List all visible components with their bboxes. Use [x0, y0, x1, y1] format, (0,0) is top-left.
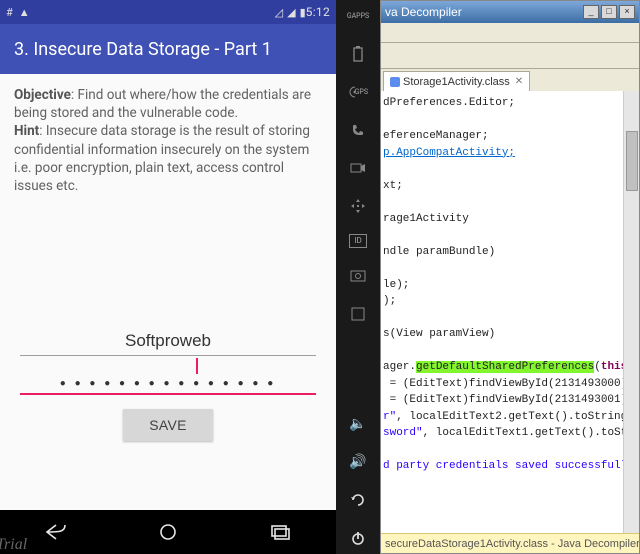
- root-icon: #: [6, 6, 13, 19]
- move-sidebar-icon[interactable]: [348, 196, 368, 216]
- menu-bar[interactable]: [381, 23, 639, 43]
- hint-label: Hint: [14, 123, 39, 139]
- decompiler-window: va Decompiler _ □ × Storage1Activity.cla…: [380, 0, 640, 554]
- screenshot-sidebar-icon[interactable]: [348, 266, 368, 286]
- close-tab-icon[interactable]: ✕: [515, 76, 523, 87]
- scrollbar-thumb[interactable]: [626, 131, 638, 191]
- wifi-icon: ◿: [275, 6, 283, 19]
- phone-screen: # ▲ ◿ ◢ ▮ 5:12 3. Insecure Data Storage …: [0, 0, 336, 554]
- tool-bar[interactable]: [381, 43, 639, 69]
- add-sidebar-icon[interactable]: [348, 304, 368, 324]
- hint-text: : Insecure data storage is the result of…: [14, 123, 310, 194]
- password-field[interactable]: [20, 372, 316, 395]
- id-sidebar-icon[interactable]: ID: [349, 234, 367, 248]
- page-title: 3. Insecure Data Storage - Part 1: [14, 39, 272, 60]
- gapps-icon[interactable]: GAPPS: [348, 6, 368, 26]
- home-button[interactable]: [138, 517, 198, 547]
- objective-label: Objective: [14, 87, 71, 103]
- recents-button[interactable]: [250, 517, 310, 547]
- vertical-scrollbar[interactable]: [623, 91, 639, 533]
- trial-watermark: Trial: [0, 536, 27, 554]
- code-editor[interactable]: dPreferences.Editor; eferenceManager; p.…: [381, 91, 639, 533]
- emulator-sidebar: GAPPS GPS ID 🔈 🔊: [336, 0, 380, 554]
- close-button[interactable]: ×: [619, 5, 635, 19]
- power-icon[interactable]: [348, 528, 368, 548]
- status-bar: secureDataStorage1Activity.class - Java …: [381, 533, 639, 553]
- android-emulator: # ▲ ◿ ◢ ▮ 5:12 3. Insecure Data Storage …: [0, 0, 380, 554]
- rotate-icon[interactable]: [348, 490, 368, 510]
- signal-icon: ◢: [287, 6, 295, 19]
- gps-sidebar-icon[interactable]: GPS: [348, 82, 368, 102]
- login-form: SAVE: [14, 325, 322, 441]
- volume-up-icon[interactable]: 🔊: [348, 452, 368, 472]
- minimize-button[interactable]: _: [583, 5, 599, 19]
- editor-tabstrip: Storage1Activity.class ✕: [381, 69, 639, 91]
- clock: 5:12: [306, 5, 330, 19]
- battery-sidebar-icon[interactable]: [348, 44, 368, 64]
- back-button[interactable]: [26, 517, 86, 547]
- volume-down-icon[interactable]: 🔈: [348, 414, 368, 434]
- text-caret: [196, 358, 198, 374]
- maximize-button[interactable]: □: [601, 5, 617, 19]
- java-file-icon: [390, 77, 400, 87]
- android-status-bar: # ▲ ◿ ◢ ▮ 5:12: [0, 0, 336, 24]
- app-bar: 3. Insecure Data Storage - Part 1: [0, 24, 336, 74]
- status-text: secureDataStorage1Activity.class - Java …: [385, 538, 639, 550]
- content-area: Objective: Find out where/how the creden…: [0, 74, 336, 510]
- objective-block: Objective: Find out where/how the creden…: [14, 86, 322, 195]
- phone-sidebar-icon[interactable]: [348, 120, 368, 140]
- android-nav-bar: [0, 510, 336, 554]
- save-button[interactable]: SAVE: [123, 409, 213, 441]
- tab-label: Storage1Activity.class: [403, 76, 510, 88]
- window-titlebar[interactable]: va Decompiler _ □ ×: [381, 1, 639, 23]
- username-field[interactable]: [20, 325, 316, 356]
- camera-sidebar-icon[interactable]: [348, 158, 368, 178]
- window-title: va Decompiler: [385, 5, 581, 19]
- file-tab[interactable]: Storage1Activity.class ✕: [383, 71, 530, 91]
- warning-icon: ▲: [19, 6, 30, 19]
